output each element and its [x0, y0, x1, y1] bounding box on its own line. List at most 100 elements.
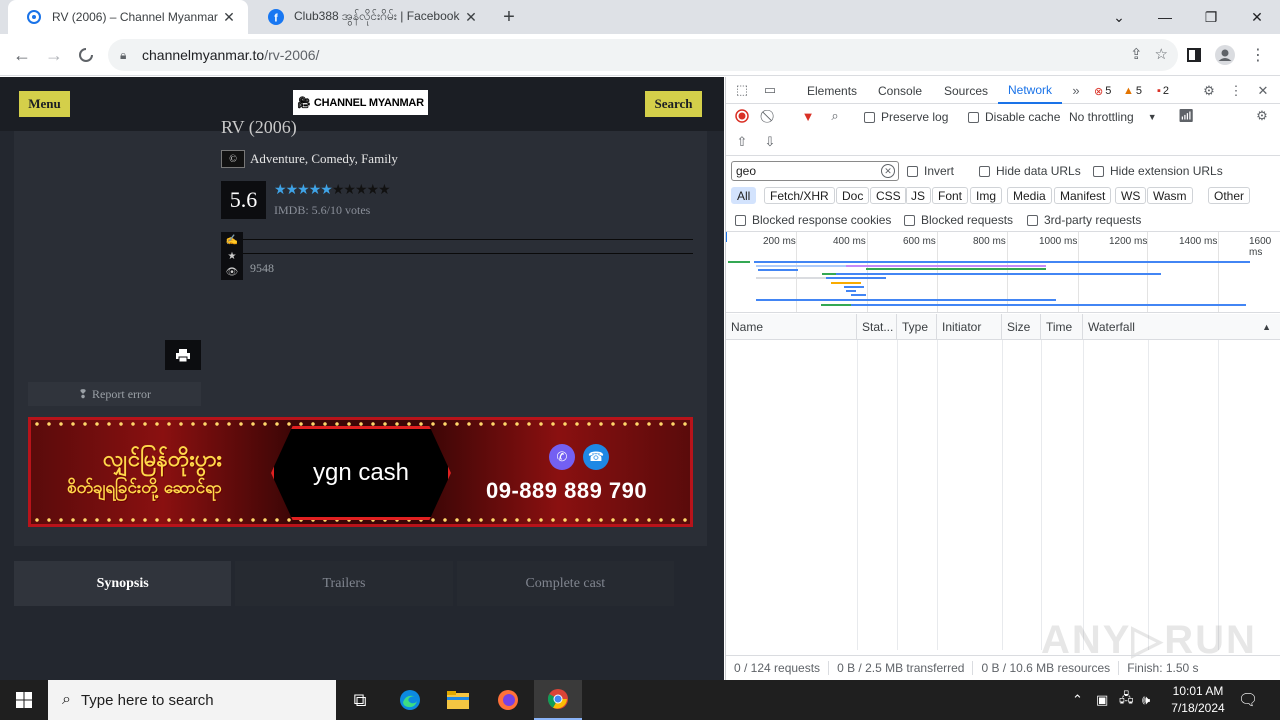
- tab-search-chevron-icon[interactable]: ⌄: [1096, 0, 1142, 34]
- taskbar-search-box[interactable]: ⌕ Type here to search: [48, 680, 336, 720]
- inspect-element-icon[interactable]: ⬚: [734, 82, 750, 98]
- star-icon[interactable]: ★: [320, 183, 333, 198]
- star-icon[interactable]: ★: [378, 183, 391, 198]
- star-icon[interactable]: ★: [297, 183, 310, 198]
- tab-complete-cast[interactable]: Complete cast: [456, 561, 674, 606]
- task-view-icon[interactable]: ⧉: [336, 680, 384, 720]
- address-bar[interactable]: 🔒︎ channelmyanmar.to/rv-2006/ ⇪ ☆: [108, 39, 1178, 71]
- export-har-icon[interactable]: ⇩: [763, 134, 777, 149]
- type-filter-all[interactable]: All: [731, 187, 757, 204]
- chrome-menu-icon[interactable]: ⋮: [1244, 41, 1272, 69]
- close-tab-icon[interactable]: ✕: [462, 8, 480, 26]
- tray-device-icon[interactable]: ▣: [1096, 680, 1108, 720]
- checkbox-box[interactable]: [968, 111, 979, 123]
- invert-checkbox[interactable]: Invert: [907, 164, 954, 178]
- checkbox-box[interactable]: [907, 165, 918, 177]
- col-waterfall[interactable]: Waterfall ▲: [1083, 314, 1280, 340]
- star-icon[interactable]: ★: [355, 183, 368, 198]
- issues-count-badge[interactable]: ▪ 2: [1157, 83, 1169, 99]
- ad-banner[interactable]: လျှင်မြန်တိုးပွား စိတ်ချရခြင်းတို့ ဆောင်…: [28, 417, 693, 527]
- menu-button[interactable]: Menu: [19, 91, 70, 117]
- throttling-select[interactable]: No throttling ▼: [1069, 110, 1157, 124]
- type-filter-wasm[interactable]: Wasm: [1147, 187, 1193, 204]
- col-time[interactable]: Time: [1041, 314, 1083, 340]
- side-panel-icon[interactable]: [1180, 41, 1208, 69]
- type-filter-media[interactable]: Media: [1007, 187, 1052, 204]
- star-icon[interactable]: ★: [367, 183, 380, 198]
- more-tabs-chevron-icon[interactable]: »: [1068, 82, 1084, 98]
- devtools-settings-gear-icon[interactable]: ⚙: [1200, 82, 1218, 100]
- devtools-tab-sources[interactable]: Sources: [944, 77, 988, 104]
- share-icon[interactable]: ⇪: [1130, 45, 1143, 63]
- star-icon[interactable]: ★: [309, 183, 322, 198]
- new-tab-button[interactable]: +: [498, 6, 520, 28]
- close-window-button[interactable]: ✕: [1234, 0, 1280, 34]
- file-explorer-icon[interactable]: [434, 680, 482, 720]
- import-har-icon[interactable]: ⇧: [735, 134, 749, 149]
- devtools-close-icon[interactable]: ✕: [1255, 82, 1271, 100]
- tab-trailers[interactable]: Trailers: [235, 561, 453, 606]
- star-rating[interactable]: ★★★★★★★★★★: [274, 182, 391, 199]
- network-overview-timeline[interactable]: 200 ms 400 ms 600 ms 800 ms 1000 ms 1200…: [726, 231, 1280, 313]
- type-filter-css[interactable]: CSS: [870, 187, 907, 204]
- filter-funnel-icon[interactable]: ▼: [801, 109, 815, 124]
- star-icon[interactable]: ★: [343, 183, 356, 198]
- type-filter-ws[interactable]: WS: [1115, 187, 1147, 204]
- error-count-badge[interactable]: ⊗ 5: [1094, 83, 1111, 99]
- checkbox-box[interactable]: [1027, 214, 1038, 226]
- star-icon[interactable]: ★: [286, 183, 299, 198]
- blocked-requests-checkbox[interactable]: Blocked requests: [904, 213, 1013, 227]
- third-party-checkbox[interactable]: 3rd-party requests: [1027, 213, 1141, 227]
- windows-start-icon[interactable]: [0, 680, 48, 720]
- hide-data-urls-checkbox[interactable]: Hide data URLs: [979, 164, 1081, 178]
- clear-icon[interactable]: ⃠: [763, 109, 777, 123]
- browser-tab-rv[interactable]: RV (2006) – Channel Myanmar ✕: [8, 0, 248, 34]
- col-status[interactable]: Stat...: [857, 314, 897, 340]
- star-icon[interactable]: ★: [332, 183, 345, 198]
- col-size[interactable]: Size: [1002, 314, 1041, 340]
- checkbox-box[interactable]: [1093, 165, 1104, 177]
- clear-filter-icon[interactable]: ✕: [881, 164, 895, 178]
- print-button[interactable]: [165, 340, 201, 370]
- loading-stop-icon[interactable]: [72, 41, 100, 69]
- tray-chevron-up-icon[interactable]: ⌃: [1072, 680, 1083, 720]
- firefox-icon[interactable]: [484, 680, 532, 720]
- checkbox-box[interactable]: [979, 165, 990, 177]
- type-filter-doc[interactable]: Doc: [836, 187, 870, 204]
- type-filter-img[interactable]: Img: [970, 187, 1003, 204]
- col-type[interactable]: Type: [897, 314, 937, 340]
- devtools-tab-console[interactable]: Console: [878, 77, 922, 104]
- device-toolbar-icon[interactable]: ▭: [762, 82, 778, 98]
- network-filter-input[interactable]: geo ✕: [731, 161, 899, 181]
- network-icon[interactable]: 🖧︎: [1119, 680, 1134, 720]
- tab-synopsis[interactable]: Synopsis: [14, 561, 232, 606]
- type-filter-manifest[interactable]: Manifest: [1054, 187, 1112, 204]
- checkbox-box[interactable]: [735, 214, 746, 226]
- hide-extension-urls-checkbox[interactable]: Hide extension URLs: [1093, 164, 1223, 178]
- forward-arrow-icon[interactable]: →: [40, 41, 68, 69]
- warning-count-badge[interactable]: ▲ 5: [1123, 83, 1142, 99]
- type-filter-font[interactable]: Font: [932, 187, 969, 204]
- close-tab-icon[interactable]: ✕: [220, 8, 238, 26]
- devtools-tab-elements[interactable]: Elements: [807, 77, 857, 104]
- type-filter-fetch-xhr[interactable]: Fetch/XHR: [764, 187, 835, 204]
- record-stop-icon[interactable]: [735, 109, 749, 123]
- notification-icon[interactable]: 🗨︎: [1238, 680, 1258, 720]
- chrome-icon[interactable]: [534, 680, 582, 720]
- search-icon[interactable]: ⌕: [828, 108, 842, 123]
- browser-tab-facebook[interactable]: f Club388 အွန်လိုင်းဂိမ်း | Facebook ✕: [250, 0, 490, 34]
- checkbox-box[interactable]: [864, 111, 875, 123]
- volume-icon[interactable]: 🕪︎: [1142, 680, 1150, 720]
- blocked-cookies-checkbox[interactable]: Blocked response cookies: [735, 213, 891, 227]
- site-logo[interactable]: 🎥︎ CHANNEL MYANMAR: [293, 90, 428, 115]
- bookmark-star-icon[interactable]: ☆: [1155, 45, 1168, 63]
- back-arrow-icon[interactable]: ←: [8, 41, 36, 69]
- edge-icon[interactable]: [386, 680, 434, 720]
- devtools-tab-network[interactable]: Network: [998, 77, 1063, 104]
- col-name[interactable]: Name: [726, 314, 857, 340]
- report-error-button[interactable]: ❢ Report error: [28, 382, 201, 406]
- checkbox-box[interactable]: [904, 214, 915, 226]
- taskbar-clock[interactable]: 10:01 AM 7/18/2024: [1162, 683, 1234, 717]
- minimize-button[interactable]: —: [1142, 0, 1188, 34]
- col-initiator[interactable]: Initiator: [937, 314, 1002, 340]
